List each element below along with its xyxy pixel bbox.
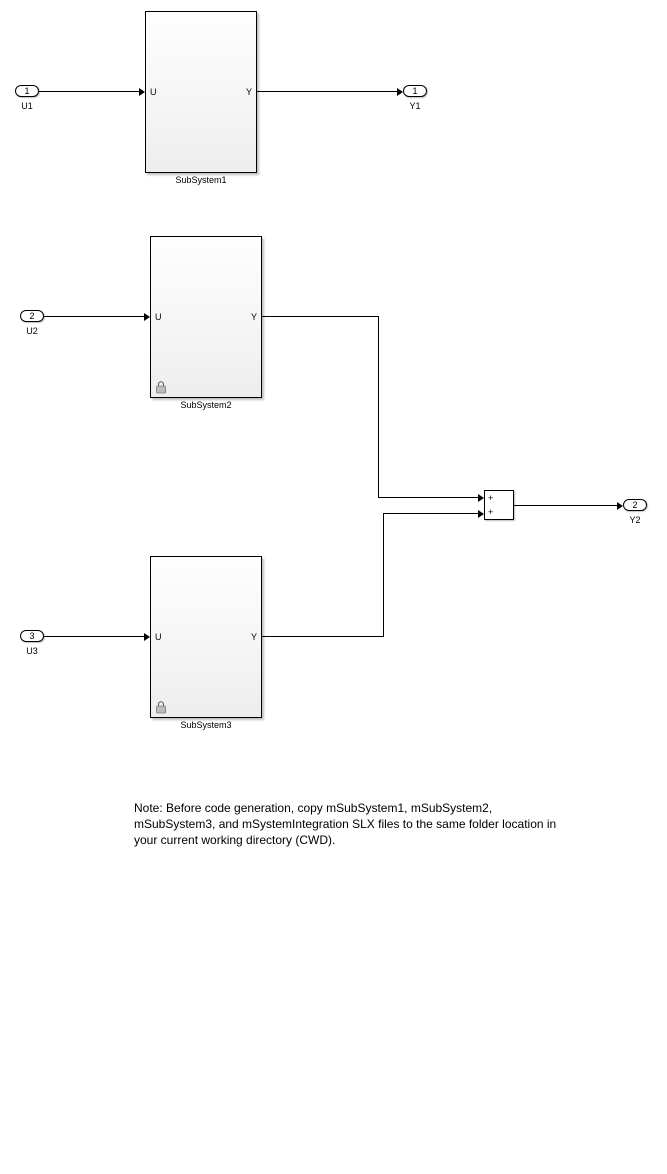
block-sub2-in-label: U	[155, 312, 162, 322]
block-sub2-out-label: Y	[251, 312, 257, 322]
inport-u2[interactable]: 2	[20, 310, 44, 322]
outport-y1[interactable]: 1	[403, 85, 427, 97]
block-subsystem3[interactable]: U Y	[150, 556, 262, 718]
block-sub1-name: SubSystem1	[145, 175, 257, 185]
outport-y2-label: Y2	[620, 515, 650, 525]
lock-icon	[155, 700, 167, 714]
outport-y1-label: Y1	[400, 101, 430, 111]
wire-sub3-h2	[383, 513, 478, 514]
wire-u2-to-sub2	[44, 316, 144, 317]
wire-sub3-v	[383, 513, 384, 637]
inport-u1-label: U1	[12, 101, 42, 111]
block-sub2-name: SubSystem2	[150, 400, 262, 410]
wire-sub2-h2	[378, 497, 478, 498]
block-sub1-in-label: U	[150, 87, 157, 97]
outport-y1-num: 1	[412, 86, 417, 96]
block-sub3-out-label: Y	[251, 632, 257, 642]
inport-u2-label: U2	[17, 326, 47, 336]
wire-u1-to-sub1	[39, 91, 139, 92]
wire-sub2-h	[262, 316, 378, 317]
wire-u3-to-sub3	[44, 636, 144, 637]
block-subsystem2[interactable]: U Y	[150, 236, 262, 398]
wire-sub3-h	[262, 636, 383, 637]
wire-sub1-to-y1	[257, 91, 397, 92]
inport-u1-num: 1	[24, 86, 29, 96]
inport-u1[interactable]: 1	[15, 85, 39, 97]
diagram-canvas: 1 U1 U Y SubSystem1 1 Y1 2 U2 U Y SubSys…	[0, 0, 667, 1174]
inport-u2-num: 2	[29, 311, 34, 321]
block-sub3-name: SubSystem3	[150, 720, 262, 730]
block-subsystem1[interactable]: U Y	[145, 11, 257, 173]
inport-u3-label: U3	[17, 646, 47, 656]
sum-plus-2: +	[488, 508, 493, 517]
sum-block[interactable]: + +	[484, 490, 514, 520]
inport-u3-num: 3	[29, 631, 34, 641]
outport-y2-num: 2	[632, 500, 637, 510]
inport-u3[interactable]: 3	[20, 630, 44, 642]
outport-y2[interactable]: 2	[623, 499, 647, 511]
block-sub3-in-label: U	[155, 632, 162, 642]
block-sub1-out-label: Y	[246, 87, 252, 97]
wire-sum-to-y2	[514, 505, 617, 506]
lock-icon	[155, 380, 167, 394]
sum-plus-1: +	[488, 494, 493, 503]
note-text: Note: Before code generation, copy mSubS…	[134, 800, 574, 849]
wire-sub2-v	[378, 316, 379, 497]
